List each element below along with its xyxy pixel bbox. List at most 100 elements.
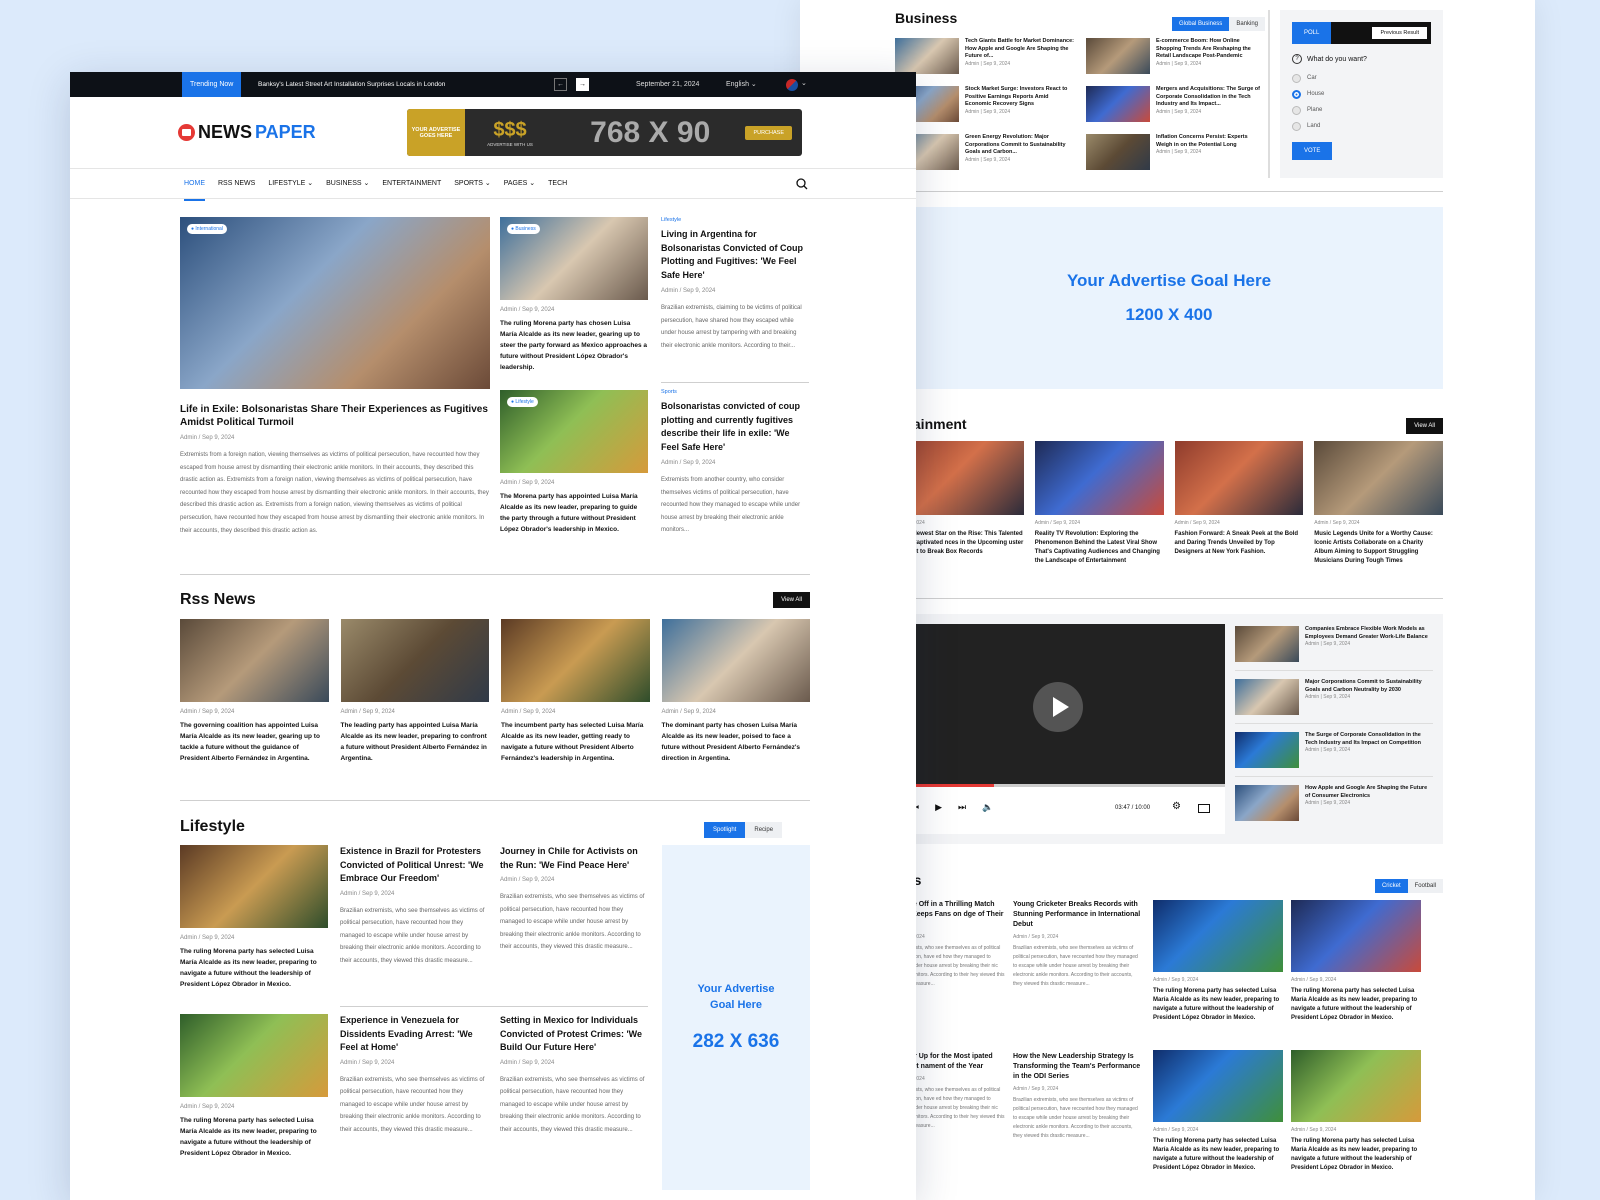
side-meta: Admin / Sep 9, 2024 (661, 288, 716, 294)
language-select[interactable]: English ⌄ (726, 72, 757, 97)
nav-sports[interactable]: SPORTS ⌄ (454, 169, 490, 201)
rss-card[interactable]: Admin / Sep 9, 2024 The dominant party ha… (661, 619, 810, 764)
category-badge[interactable]: ● Lifestyle (507, 397, 538, 407)
business-item[interactable]: E-commerce Boom: How Online Shopping Tre… (1086, 38, 1265, 74)
nav-pages[interactable]: PAGES ⌄ (504, 169, 535, 201)
tab-cricket[interactable]: Cricket (1374, 879, 1408, 893)
business-item[interactable]: Stock Market Surge: Investors React to P… (895, 86, 1074, 122)
ad-purchase-button[interactable]: PURCHASE (745, 125, 792, 140)
chevron-down-icon: ⌄ (307, 180, 314, 187)
poll-option[interactable]: Plane (1292, 102, 1431, 118)
article-title[interactable]: Setting in Mexico for Individuals Convic… (500, 1014, 648, 1055)
lifestyle-article[interactable]: Existence in Brazil for Protesters Convi… (340, 845, 488, 967)
nav-entertainment[interactable]: ENTERTAINMENT (382, 169, 441, 201)
header-ad-banner[interactable]: YOUR ADVERTISE GOES HERE $$$ ADVERTISE W… (407, 109, 802, 156)
sports-card[interactable]: Admin / Sep 9, 2024 The ruling Morena par… (1153, 900, 1283, 1023)
trending-headline[interactable]: Banksy's Latest Street Art Installation … (258, 72, 445, 97)
radio-button[interactable] (1292, 105, 1301, 115)
entertainment-card[interactable]: Admin / Sep 9, 2024 Fashion Forward: A Sn… (1174, 441, 1304, 566)
entertainment-card[interactable]: Admin / Sep 9, 2024 Music Legends Unite f… (1314, 441, 1443, 566)
play-small-icon[interactable]: ▶ (935, 802, 942, 813)
sports-article[interactable]: Young Cricketer Breaks Records with Stun… (1013, 900, 1143, 989)
trending-label: Trending Now (182, 72, 242, 97)
radio-button[interactable] (1292, 121, 1301, 131)
logo[interactable]: NEWS PAPER (178, 122, 316, 143)
poll-option[interactable]: Car (1292, 70, 1431, 86)
tab-football[interactable]: Football (1407, 879, 1443, 893)
radio-button-selected[interactable] (1292, 89, 1301, 99)
lifestyle-article[interactable]: Journey in Chile for Activists on the Ru… (500, 845, 648, 954)
business-item[interactable]: Tech Giants Battle for Market Dominance:… (895, 38, 1074, 74)
rss-card[interactable]: Admin / Sep 9, 2024 The leading party has… (340, 619, 489, 764)
hero-card[interactable]: ● Lifestyle Admin / Sep 9, 2024 The More… (500, 390, 648, 535)
prev-arrow-icon[interactable]: ← (554, 78, 567, 91)
business-item[interactable]: Green Energy Revolution: Major Corporati… (895, 134, 1074, 170)
fullscreen-icon[interactable] (1198, 804, 1210, 813)
tab-global-business[interactable]: Global Business (1171, 17, 1230, 31)
sports-card[interactable]: Admin / Sep 9, 2024 The ruling Morena par… (1291, 900, 1421, 1023)
side-article[interactable]: Lifestyle Living in Argentina for Bolson… (661, 217, 809, 352)
rss-card[interactable]: Admin / Sep 9, 2024 The incumbent party h… (501, 619, 650, 764)
advertise-banner-282x636[interactable]: Your Advertise Goal Here 282 X 636 (662, 845, 810, 1190)
volume-icon[interactable]: 🔈 (982, 802, 993, 813)
chevron-down-icon[interactable]: ⌄ (801, 72, 807, 95)
nav-label: PAGES (503, 180, 528, 187)
tab-recipe[interactable]: Recipe (745, 822, 783, 838)
video-list-item[interactable]: Major Corporations Commit to Sustainabil… (1235, 671, 1433, 724)
play-button[interactable] (1033, 682, 1083, 732)
tab-poll[interactable]: POLL (1292, 22, 1332, 44)
entertainment-card[interactable]: Admin / Sep 9, 2024 Reality TV Revolution… (1034, 441, 1164, 566)
rss-card[interactable]: Admin / Sep 9, 2024 The governing coaliti… (180, 619, 329, 764)
sports-card[interactable]: Admin / Sep 9, 2024 The ruling Morena par… (1153, 1050, 1283, 1173)
video-player[interactable]: ⏮▶⏭🔈 03:47 / 10:00 ⚙ (895, 624, 1225, 834)
poll-option[interactable]: Land (1292, 118, 1431, 134)
progress-track[interactable] (895, 784, 1225, 787)
lifestyle-article[interactable]: Setting in Mexico for Individuals Convic… (500, 1014, 648, 1136)
lifestyle-card[interactable]: Admin / Sep 9, 2024 The ruling Morena pa… (180, 1014, 328, 1159)
side-article[interactable]: Sports Bolsonaristas convicted of coup p… (661, 389, 809, 537)
next-arrow-icon[interactable]: → (576, 78, 589, 91)
business-item[interactable]: Inflation Concerns Persist: Experts Weig… (1086, 134, 1265, 170)
hero-main[interactable]: ● International Life in Exile: Bolsonari… (180, 217, 490, 537)
side-title[interactable]: Bolsonaristas convicted of coup plotting… (661, 400, 809, 454)
flag-icon[interactable] (786, 79, 798, 91)
video-item-meta: Admin | Sep 9, 2024 (1305, 747, 1351, 753)
skip-forward-icon[interactable]: ⏭ (958, 802, 966, 813)
business-item[interactable]: Mergers and Acquisitions: The Surge of C… (1086, 86, 1265, 122)
sports-card[interactable]: Admin / Sep 9, 2024 The ruling Morena par… (1291, 1050, 1421, 1173)
nav-tech[interactable]: TECH (548, 169, 567, 201)
category-badge[interactable]: ● International (187, 224, 227, 234)
video-list-item[interactable]: Companies Embrace Flexible Work Models a… (1235, 622, 1433, 671)
lifestyle-card[interactable]: Admin / Sep 9, 2024 The ruling Morena pa… (180, 845, 328, 990)
tab-spotlight[interactable]: Spotlight (704, 822, 746, 838)
nav-home[interactable]: HOME (184, 169, 205, 201)
hero-title[interactable]: Life in Exile: Bolsonaristas Share Their… (180, 403, 490, 429)
article-title[interactable]: Experience in Venezuela for Dissidents E… (340, 1014, 488, 1055)
nav-lifestyle[interactable]: LIFESTYLE ⌄ (268, 169, 313, 201)
category-badge[interactable]: ● Business (507, 224, 540, 234)
side-category[interactable]: Sports (661, 389, 809, 395)
video-list-item[interactable]: How Apple and Google Are Shaping the Fut… (1235, 777, 1433, 829)
view-all-button[interactable]: View All (773, 592, 810, 608)
hero-card[interactable]: ● Business Admin / Sep 9, 2024 The rulin… (500, 217, 648, 373)
article-title[interactable]: Existence in Brazil for Protesters Convi… (340, 845, 488, 886)
side-category[interactable]: Lifestyle (661, 217, 809, 223)
radio-button[interactable] (1292, 73, 1301, 83)
nav-rss-news[interactable]: RSS NEWS (218, 169, 255, 201)
advertise-banner-1200x400[interactable]: Your Advertise Goal Here 1200 X 400 (895, 207, 1443, 389)
sports-article[interactable]: How the New Leadership Strategy Is Trans… (1013, 1052, 1143, 1141)
side-title[interactable]: Living in Argentina for Bolsonaristas Co… (661, 228, 809, 282)
nav-business[interactable]: BUSINESS ⌄ (326, 169, 369, 201)
vote-button[interactable]: VOTE (1292, 142, 1333, 160)
business-item-meta: Admin | Sep 9, 2024 (1156, 149, 1202, 155)
view-all-button[interactable]: View All (1406, 418, 1443, 434)
tab-banking[interactable]: Banking (1229, 17, 1265, 31)
poll-option[interactable]: House (1292, 86, 1431, 102)
search-icon[interactable] (796, 178, 808, 190)
tab-previous-result[interactable]: Previous Result (1372, 27, 1427, 39)
sports-image (1291, 900, 1421, 972)
article-title[interactable]: Journey in Chile for Activists on the Ru… (500, 845, 648, 872)
video-list-item[interactable]: The Surge of Corporate Consolidation in … (1235, 724, 1433, 777)
settings-icon[interactable]: ⚙ (1172, 801, 1181, 812)
lifestyle-article[interactable]: Experience in Venezuela for Dissidents E… (340, 1014, 488, 1136)
